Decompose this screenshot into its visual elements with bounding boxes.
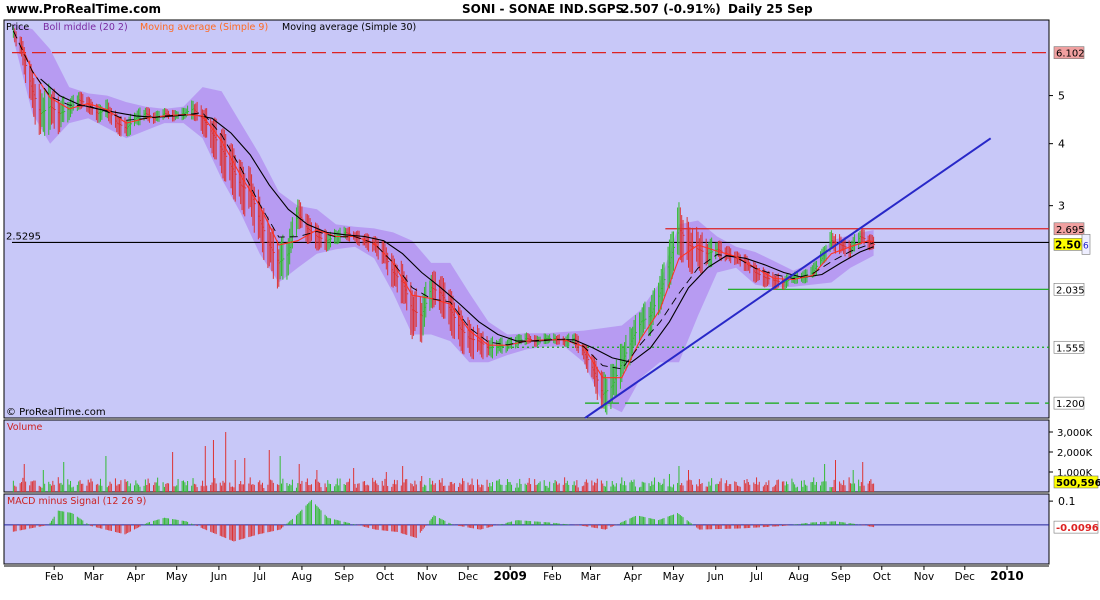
symbol-title: SONI - SONAE IND.SGPS: [462, 2, 625, 16]
time-tick-label: Aug: [292, 571, 313, 583]
price-tick-label: 4: [1058, 138, 1065, 151]
time-tick-label: 2009: [493, 569, 526, 583]
macd-title: MACD minus Signal (12 26 9): [7, 496, 146, 507]
time-tick-label: Nov: [914, 571, 935, 583]
volume-tick-label: 2,000K: [1057, 448, 1093, 459]
macd-last-label: -0.0096: [1056, 523, 1099, 534]
legend-item: Moving average (Simple 9): [140, 22, 268, 33]
price-panel: 5436.1022.6952.52952.0351.5551.2002.5076…: [3, 19, 1091, 419]
time-tick-label: Jul: [749, 571, 763, 583]
macd-panel-background: [3, 493, 1050, 565]
volume-title: Volume: [7, 422, 42, 433]
time-tick-label: Feb: [45, 571, 64, 583]
time-tick-label: Apr: [624, 571, 643, 583]
level-label-left: 2.5295: [6, 231, 41, 242]
macd-tick-label: 0.1: [1058, 495, 1076, 508]
time-tick-label: Dec: [458, 571, 479, 583]
price-tick-label: 5: [1058, 90, 1065, 103]
time-tick-label: May: [663, 571, 685, 583]
time-tick-label: Aug: [788, 571, 809, 583]
period-label: Daily 25 Sep: [728, 2, 813, 16]
volume-panel: Volume3,000K2,000K1,000K500,596: [3, 419, 1100, 493]
time-tick-label: Sep: [831, 571, 851, 583]
level-tag-label: 6.102: [1056, 49, 1085, 60]
macd-panel: MACD minus Signal (12 26 9) 0.1 -0.0096: [3, 493, 1099, 565]
price-panel-background: [3, 19, 1050, 419]
time-tick-label: Jul: [252, 571, 266, 583]
legend-item: Price: [6, 22, 29, 33]
legend-item: Boll middle (20 2): [43, 22, 128, 33]
time-tick-label: Oct: [376, 571, 394, 583]
site-name: www.ProRealTime.com: [6, 2, 161, 16]
time-tick-label: 2010: [990, 569, 1023, 583]
copyright-label: © ProRealTime.com: [6, 407, 106, 418]
level-tag-label: 1.200: [1056, 399, 1085, 410]
time-tick-label: Jun: [707, 571, 724, 583]
level-tag-label: 2.695: [1056, 225, 1085, 236]
time-tick-label: Dec: [955, 571, 976, 583]
time-tick-label: Jun: [210, 571, 227, 583]
legend-item: Moving average (Simple 30): [282, 22, 416, 33]
price-chart-svg: 5436.1022.6952.52952.0351.5551.2002.5076…: [3, 19, 1100, 583]
time-tick-label: Mar: [581, 571, 601, 583]
last-quote: 2.507 (-0.91%): [621, 2, 721, 16]
time-tick-label: Oct: [873, 571, 891, 583]
time-tick-label: Apr: [127, 571, 146, 583]
time-tick-label: Feb: [543, 571, 562, 583]
time-tick-label: Mar: [84, 571, 104, 583]
time-tick-label: Sep: [334, 571, 354, 583]
level-tag-label: 1.555: [1056, 343, 1085, 354]
volume-panel-background: [3, 419, 1050, 493]
time-tick-label: Nov: [417, 571, 438, 583]
price-tick-label: 3: [1058, 200, 1065, 213]
chart-header: www.ProRealTime.com SONI - SONAE IND.SGP…: [0, 0, 1100, 18]
time-axis: Feb Mar Apr May Jun Jul Aug Sep Oct Nov Dec 2009 Feb…: [4, 565, 1049, 583]
time-tick-label: May: [166, 571, 188, 583]
volume-last-label: 500,596: [1056, 478, 1100, 489]
volume-tick-label: 3,000K: [1057, 428, 1093, 439]
level-tag-label: 2.035: [1056, 285, 1085, 296]
last-price-side-label: 6: [1083, 241, 1089, 251]
